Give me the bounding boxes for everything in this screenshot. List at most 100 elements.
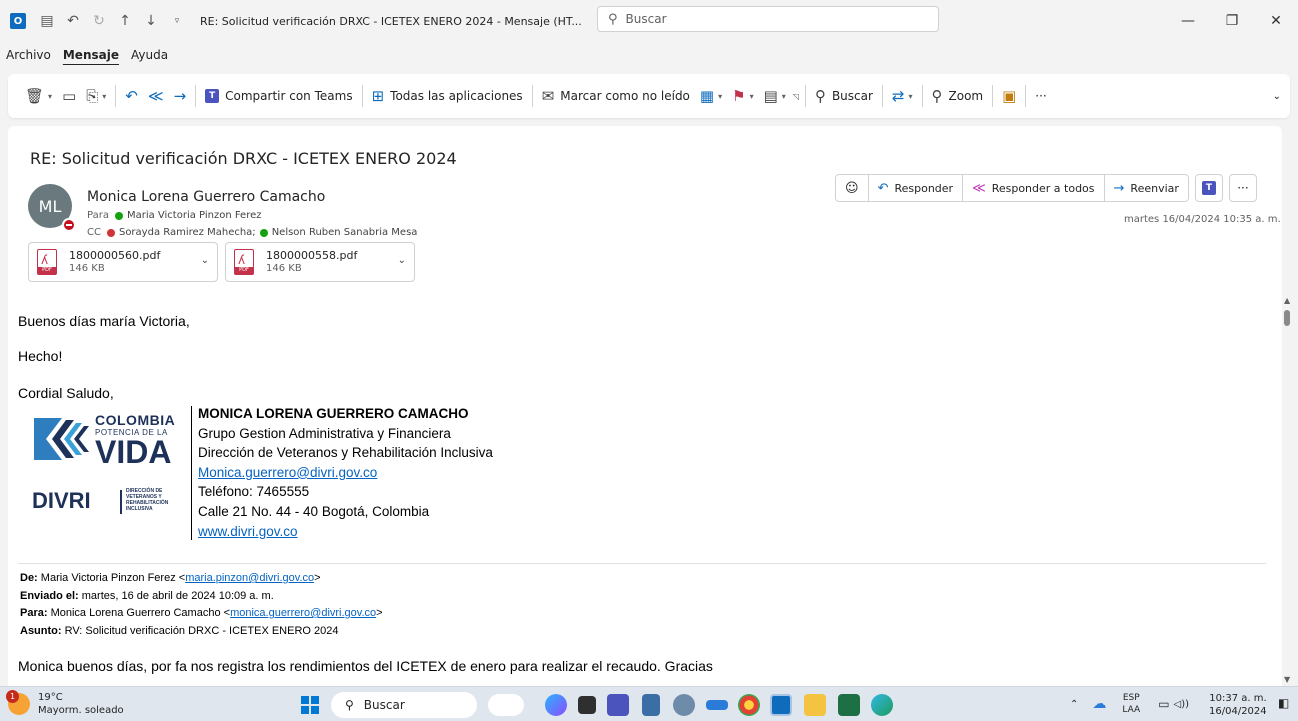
forward-ribbon-button[interactable]: →: [169, 81, 192, 111]
delete-button[interactable]: 🗑 ▾: [20, 81, 57, 111]
reply-icon: ↶: [877, 180, 889, 196]
settings-gear-icon[interactable]: [673, 694, 695, 716]
chevron-down-icon[interactable]: ⌄: [398, 255, 406, 266]
teams-taskbar-icon[interactable]: [607, 694, 629, 716]
widget-app-icon[interactable]: [488, 694, 524, 716]
notifications-icon[interactable]: ◧: [1278, 696, 1289, 710]
attachment-card[interactable]: ʎ PDF 1800000560.pdf 146 KB ⌄: [28, 242, 218, 282]
reply-button[interactable]: ↶ Responder: [869, 175, 964, 201]
envelope-icon: ✉: [541, 87, 555, 105]
onedrive-cloud-icon[interactable]: ☁: [1092, 696, 1106, 712]
language-indicator[interactable]: ESP LAA: [1122, 692, 1140, 716]
start-button[interactable]: [301, 696, 319, 714]
customize-toolbar-icon[interactable]: ▿: [168, 12, 186, 30]
copilot-icon[interactable]: [545, 694, 567, 716]
pen-app-icon[interactable]: [706, 700, 728, 710]
cc-recipient[interactable]: Sorayda Ramirez Mahecha;: [119, 227, 256, 238]
minimize-button[interactable]: —: [1166, 0, 1210, 42]
categorize-button[interactable]: ▦ ▾: [695, 81, 727, 111]
pdf-icon: ʎ PDF: [37, 249, 57, 275]
taskbar-clock[interactable]: 10:37 a. m. 16/04/2024: [1209, 692, 1267, 718]
attachment-size: 146 KB: [266, 263, 302, 274]
to-recipient[interactable]: Maria Victoria Pinzon Ferez: [127, 210, 262, 221]
mark-unread-button[interactable]: ✉ Marcar como no leído: [537, 81, 695, 111]
forwarded-subject: RV: Solicitud verificación DRXC - ICETEX…: [64, 624, 339, 637]
weather-temp: 19°C: [38, 692, 63, 703]
to-email-link[interactable]: monica.guerrero@divri.gov.co: [230, 607, 376, 619]
scroll-up-icon[interactable]: ▲: [1284, 296, 1290, 305]
scroll-down-icon[interactable]: ▼: [1284, 675, 1290, 684]
message-scrollbar[interactable]: ▲ ▼: [1283, 296, 1293, 684]
windows-taskbar: 1 19°C Mayorm. soleado ⚲ Buscar ⌃ ☁ ESP …: [0, 686, 1298, 721]
policy-button[interactable]: ▤ ▾: [759, 81, 791, 111]
ribbon-search-button[interactable]: ⚲ Buscar: [810, 81, 878, 111]
file-explorer-icon[interactable]: [804, 694, 826, 716]
window-controls: — ❐ ✕: [1166, 0, 1298, 42]
search-icon: ⚲: [608, 11, 618, 27]
scroll-thumb[interactable]: [1284, 310, 1290, 326]
ribbon-expand-button[interactable]: ⌄: [1268, 81, 1286, 111]
trash-icon: 🗑: [25, 87, 45, 105]
task-view-icon[interactable]: [578, 696, 596, 714]
attachment-card[interactable]: ʎ PDF 1800000558.pdf 146 KB ⌄: [225, 242, 415, 282]
save-icon[interactable]: ▤: [38, 12, 56, 30]
all-apps-button[interactable]: ⊞ Todas las aplicaciones: [367, 81, 528, 111]
move-button[interactable]: ⎘ ▾: [81, 81, 111, 111]
to-label: Para: [87, 210, 109, 221]
show-hidden-icons-chevron[interactable]: ⌃: [1070, 699, 1078, 710]
signature-web-link[interactable]: www.divri.gov.co: [198, 524, 298, 539]
smiley-icon: ☺: [845, 180, 859, 196]
outlook-taskbar-icon[interactable]: [770, 694, 792, 716]
chrome-icon[interactable]: [738, 694, 760, 716]
share-teams-button[interactable]: T Compartir con Teams: [200, 81, 357, 111]
taskbar-search[interactable]: ⚲ Buscar: [331, 692, 477, 718]
signature-name: MONICA LORENA GUERRERO CAMACHO: [198, 406, 469, 421]
undo-icon[interactable]: ↶: [64, 12, 82, 30]
next-item-icon[interactable]: ↓: [142, 12, 160, 30]
calculator-icon[interactable]: [642, 694, 660, 716]
weather-widget[interactable]: 1 19°C Mayorm. soleado: [6, 690, 124, 717]
archive-button[interactable]: ▭: [57, 81, 81, 111]
menu-mensaje[interactable]: Mensaje: [63, 48, 119, 70]
ribbon-toolbar: 🗑 ▾ ▭ ⎘ ▾ ↶ ≪ → T Compartir con Teams ⊞ Toda…: [8, 74, 1290, 118]
menu-archivo[interactable]: Archivo: [6, 48, 51, 70]
chevron-down-icon[interactable]: ⌄: [201, 255, 209, 266]
system-tray: ⌃ ☁ ESP LAA ▭ ◁)): [1070, 692, 1189, 716]
signature-email-link[interactable]: Monica.guerrero@divri.gov.co: [198, 465, 377, 480]
from-email-link[interactable]: maria.pinzon@divri.gov.co: [185, 572, 314, 584]
network-icon[interactable]: ▭: [1158, 697, 1169, 711]
redo-icon[interactable]: ↻: [90, 12, 108, 30]
previous-item-icon[interactable]: ↑: [116, 12, 134, 30]
dialog-launcher[interactable]: ◹: [791, 81, 801, 111]
reply-ribbon-button[interactable]: ↶: [120, 81, 143, 111]
ribbon-more-button[interactable]: ···: [1030, 81, 1051, 111]
title-bar: O ▤ ↶ ↻ ↑ ↓ ▿ RE: Solicitud verificación…: [0, 0, 1298, 42]
menu-ayuda[interactable]: Ayuda: [131, 48, 168, 70]
translate-button[interactable]: ⇄ ▾: [887, 81, 918, 111]
cc-recipient[interactable]: Nelson Ruben Sanabria Mesa: [272, 227, 418, 238]
zoom-button[interactable]: ⚲ Zoom: [927, 81, 989, 111]
teams-share-button[interactable]: T: [1194, 174, 1223, 202]
forward-icon: →: [1113, 180, 1125, 196]
title-search-box[interactable]: ⚲ Buscar: [597, 6, 939, 32]
to-line: Para Maria Victoria Pinzon Ferez: [87, 210, 262, 221]
close-button[interactable]: ✕: [1254, 0, 1298, 42]
volume-icon[interactable]: ◁)): [1174, 699, 1190, 710]
colombia-logo-text: COLOMBIA POTENCIA DE LA VIDA: [95, 412, 176, 470]
restore-button[interactable]: ❐: [1210, 0, 1254, 42]
reaction-button[interactable]: ☺: [836, 175, 869, 201]
forward-button[interactable]: → Reenviar: [1105, 175, 1188, 201]
flag-icon: ⚑: [732, 87, 746, 105]
addin-button[interactable]: ▣: [997, 81, 1021, 111]
attachment-name: 1800000560.pdf: [69, 249, 161, 262]
sender-name[interactable]: Monica Lorena Guerrero Camacho: [87, 189, 325, 205]
reply-icon: ↶: [125, 87, 138, 105]
move-icon: ⎘: [86, 87, 99, 105]
reply-all-ribbon-button[interactable]: ≪: [143, 81, 169, 111]
flag-button[interactable]: ⚑ ▾: [727, 81, 758, 111]
more-actions-button[interactable]: ···: [1228, 174, 1257, 202]
reply-all-button[interactable]: ≪ Responder a todos: [963, 175, 1105, 201]
excel-icon[interactable]: [838, 694, 860, 716]
edge-icon[interactable]: [871, 694, 893, 716]
cc-line: CC Sorayda Ramirez Mahecha; Nelson Ruben…: [87, 227, 417, 238]
